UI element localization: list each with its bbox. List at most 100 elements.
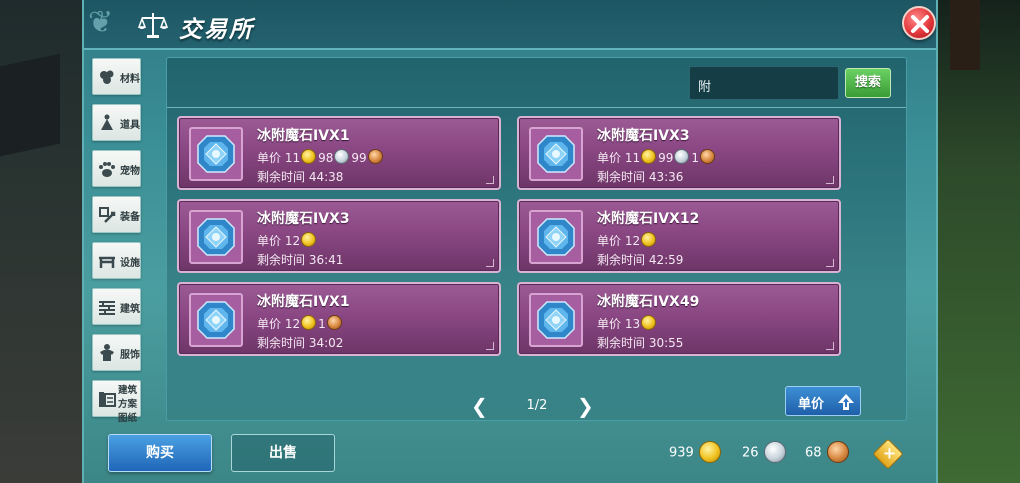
sidebar-item-facilities[interactable]: 设施 [92, 242, 141, 279]
copper-coin-icon [326, 315, 342, 330]
sidebar-item-label: 设施 [120, 258, 140, 269]
blueprint-icon [99, 392, 116, 407]
silver-coin-icon [763, 441, 786, 463]
sort-by-price-button[interactable]: 单价 [785, 386, 861, 416]
sidebar-item-clothing[interactable]: 服饰 [92, 334, 141, 371]
copper-price: 1 [691, 150, 700, 165]
ice-gem-icon [197, 301, 235, 339]
background-slab [0, 53, 60, 157]
item-name: 冰附魔石IVX49 [597, 294, 700, 310]
time-label: 剩余时间 [257, 336, 306, 350]
item-name: 冰附魔石IVX12 [597, 211, 700, 227]
item-icon-frame [529, 127, 583, 181]
chevron-right-icon[interactable]: ❯ [577, 396, 594, 416]
facility-icon [99, 256, 115, 268]
item-icon-frame [189, 210, 243, 264]
listing-card[interactable]: 冰附魔石IVX1 单价 11 98 99 剩余时间 44:38 [177, 116, 501, 190]
time-row: 剩余时间 30:55 [597, 334, 683, 351]
item-name: 冰附魔石IVX1 [257, 128, 350, 144]
ice-gem-icon [537, 135, 575, 173]
chevron-left-icon[interactable]: ❮ [471, 396, 488, 416]
background-tree [950, 0, 980, 70]
item-name: 冰附魔石IVX3 [257, 211, 350, 227]
window-title: 交易所 [179, 17, 254, 43]
materials-icon [100, 70, 114, 84]
gold-coin-icon [641, 315, 657, 330]
sort-label: 单价 [798, 397, 825, 412]
time-row: 剩余时间 43:36 [597, 168, 683, 185]
search-button[interactable]: 搜索 [845, 68, 891, 98]
add-currency-button[interactable]: + [872, 438, 904, 470]
sidebar-item-equipment[interactable]: 装备 [92, 196, 141, 233]
sidebar-item-pets[interactable]: 宠物 [92, 150, 141, 187]
price-label: 单价 [597, 151, 622, 165]
silver-price: 99 [658, 150, 674, 165]
time-row: 剩余时间 36:41 [257, 251, 343, 268]
gold-coin-icon [641, 232, 657, 247]
listing-card[interactable]: 冰附魔石IVX1 单价 12 1 剩余时间 34:02 [177, 282, 501, 356]
gold-price: 12 [284, 316, 301, 331]
price-label: 单价 [597, 234, 622, 248]
corner-mark-icon [486, 342, 494, 350]
listing-card[interactable]: 冰附魔石IVX12 单价 12 剩余时间 42:59 [517, 199, 841, 273]
close-button[interactable] [902, 6, 936, 40]
corner-mark-icon [826, 342, 834, 350]
copper-coin-icon [700, 149, 716, 164]
sell-tab-button[interactable]: 出售 [231, 434, 335, 472]
sidebar-item-label: 建筑 [120, 304, 140, 315]
props-icon [101, 114, 113, 130]
corner-mark-icon [826, 176, 834, 184]
sidebar-item-label: 建筑方案图纸 [118, 385, 138, 424]
copper-balance: 68 [805, 441, 851, 464]
pet-paw-icon [99, 162, 115, 177]
clothing-icon [100, 344, 114, 361]
time-row: 剩余时间 44:38 [257, 168, 343, 185]
gold-balance: 939 [669, 441, 723, 464]
corner-mark-icon [826, 259, 834, 267]
sidebar-item-label: 材料 [120, 74, 140, 85]
silver-price: 98 [318, 150, 334, 165]
search-input[interactable]: 附 [689, 66, 839, 100]
building-icon [99, 301, 115, 315]
sidebar-item-label: 宠物 [120, 166, 140, 177]
price-row: 单价 12 1 [257, 315, 344, 331]
gold-coin-icon [301, 315, 317, 330]
equipment-icon [99, 207, 116, 223]
time-remaining: 34:02 [308, 336, 344, 350]
copper-amount: 68 [805, 445, 822, 461]
time-remaining: 43:36 [648, 170, 684, 184]
background-right [935, 0, 1020, 483]
listing-card[interactable]: 冰附魔石IVX3 单价 11 99 1 剩余时间 43:36 [517, 116, 841, 190]
gold-price: 12 [284, 233, 301, 248]
time-label: 剩余时间 [597, 336, 646, 350]
item-icon-frame [189, 293, 243, 347]
sidebar-item-materials[interactable]: 材料 [92, 58, 141, 95]
price-label: 单价 [257, 317, 282, 331]
sidebar-item-label: 服饰 [120, 350, 140, 361]
plus-icon: + [882, 443, 897, 463]
sidebar-item-blueprints[interactable]: 建筑方案图纸 [92, 380, 141, 424]
listing-card[interactable]: 冰附魔石IVX3 单价 12 剩余时间 36:41 [177, 199, 501, 273]
exchange-panel: ❦ 交易所 材料 道具 宠物 装备 设施 建筑 服饰 建筑方案图纸 附 搜索 冰… [82, 0, 938, 483]
gold-coin-icon [301, 149, 317, 164]
price-row: 单价 11 98 99 [257, 149, 385, 165]
sidebar-item-buildings[interactable]: 建筑 [92, 288, 141, 325]
time-row: 剩余时间 34:02 [257, 334, 343, 351]
copper-coin-icon [826, 441, 849, 463]
price-row: 单价 11 99 1 [597, 149, 717, 165]
listing-card[interactable]: 冰附魔石IVX49 单价 13 剩余时间 30:55 [517, 282, 841, 356]
time-label: 剩余时间 [597, 253, 646, 267]
sidebar-item-props[interactable]: 道具 [92, 104, 141, 141]
price-label: 单价 [257, 151, 282, 165]
sidebar-item-label: 道具 [120, 120, 140, 131]
time-row: 剩余时间 42:59 [597, 251, 683, 268]
time-label: 剩余时间 [257, 170, 306, 184]
time-remaining: 36:41 [308, 253, 344, 267]
silver-balance: 26 [742, 441, 788, 464]
item-name: 冰附魔石IVX3 [597, 128, 690, 144]
divider [167, 107, 906, 108]
gold-price: 13 [624, 316, 641, 331]
buy-tab-button[interactable]: 购买 [108, 434, 212, 472]
gold-price: 11 [284, 150, 301, 165]
item-icon-frame [529, 293, 583, 347]
